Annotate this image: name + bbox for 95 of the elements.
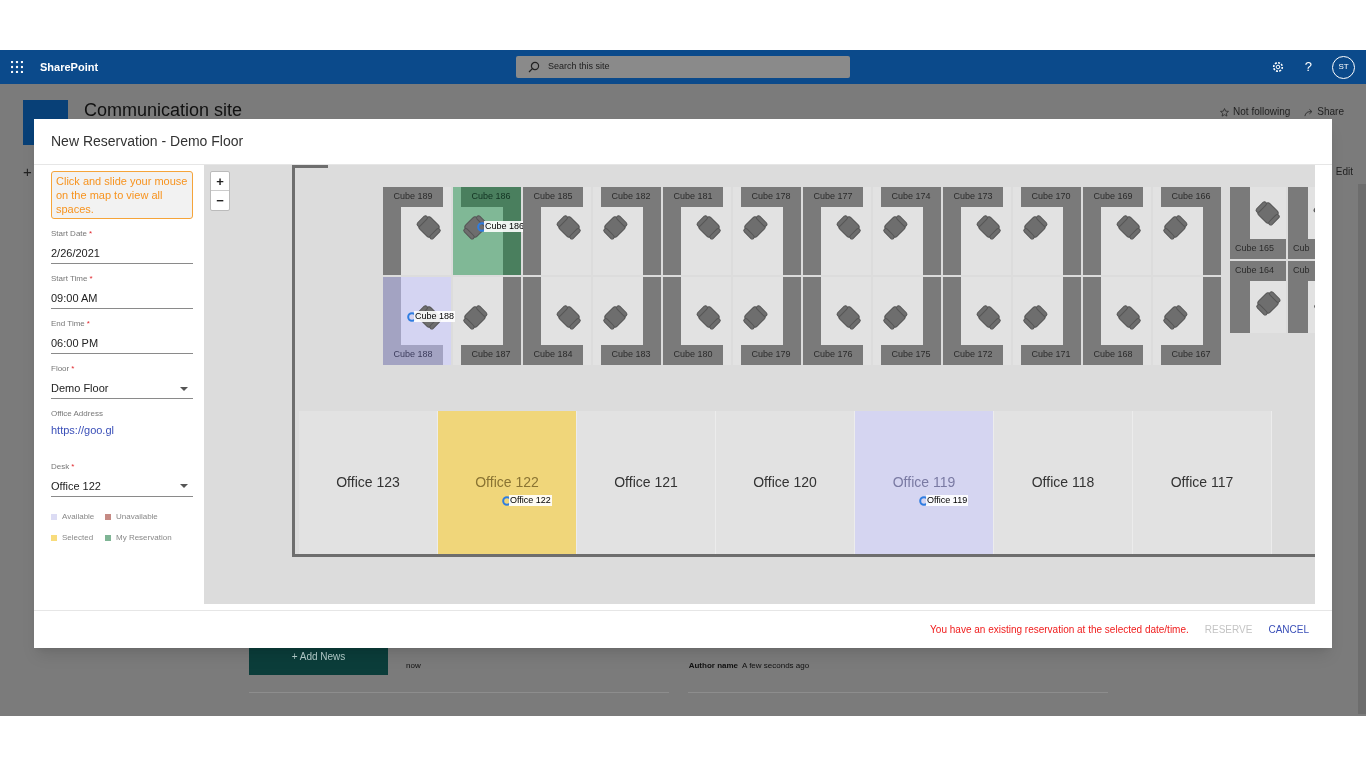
field-label: Floor [51, 363, 70, 375]
office-room[interactable]: Office 117 [1133, 411, 1272, 554]
required-mark: * [86, 318, 90, 330]
dialog-title: New Reservation - Demo Floor [51, 132, 244, 151]
cube-desk[interactable]: Cube 187 [453, 277, 521, 365]
search-field[interactable]: Search this site [516, 56, 850, 78]
cube-desk[interactable]: Cube 166 [1153, 187, 1221, 275]
cube-desk[interactable]: Cube 164 [1230, 261, 1286, 333]
caret-icon [180, 386, 188, 391]
cube-desk[interactable]: Cube 169 [1083, 187, 1151, 275]
star-icon [1220, 107, 1230, 117]
office-label: Office 117 [1170, 473, 1234, 492]
edit-button[interactable]: Edit [1335, 164, 1353, 184]
required-mark: * [71, 460, 75, 473]
field-label: Office Address [51, 408, 103, 420]
location-marker-icon [477, 221, 487, 232]
zoom-in-button[interactable]: + [211, 172, 229, 191]
location-marker-icon [919, 495, 929, 506]
cube-desk[interactable]: Cube 186 Cube 186 [453, 187, 521, 275]
cube-desk[interactable]: Cube 181 [663, 187, 731, 275]
office-label: Office 121 [614, 473, 678, 492]
field-label: Start Date [51, 228, 87, 240]
cube-desk[interactable]: Cube 182 [593, 187, 661, 275]
dropdown-field[interactable]: Demo Floor [51, 379, 193, 399]
news-posted-time: A few seconds ago [742, 660, 810, 672]
office-room[interactable]: Office 119 Office 119 [855, 411, 994, 554]
field-label: Start Time [51, 273, 88, 285]
office-address-link[interactable]: https://goo.gl [51, 422, 193, 439]
office-room[interactable]: Office 123 [299, 411, 438, 554]
settings-icon[interactable] [1270, 60, 1285, 74]
zoom-out-button[interactable]: − [211, 191, 229, 210]
input-field[interactable]: 09:00 AM [51, 289, 193, 309]
legend-label: Available [62, 510, 95, 523]
help-button[interactable]: ? [1304, 57, 1312, 77]
cube-desk[interactable]: Cube 165 [1230, 187, 1286, 259]
office-label: Office 122 [475, 473, 539, 492]
location-marker-icon [502, 495, 512, 506]
required-mark: * [89, 228, 93, 240]
news-time: now [406, 660, 421, 672]
cancel-button[interactable]: CANCEL [1268, 622, 1309, 637]
office-label: Office 120 [753, 473, 817, 492]
office-label: Office 118 [1031, 473, 1095, 492]
news-author: Author name [688, 660, 739, 672]
cube-desk[interactable]: Cube 189 [383, 187, 451, 275]
office-label: Office 119 [892, 473, 956, 492]
office-room[interactable]: Office 122 Office 122 [438, 411, 577, 554]
location-marker-icon [407, 311, 417, 322]
legend-label: Unavailable [116, 510, 158, 523]
dropdown-field[interactable]: Office 122 [51, 476, 193, 497]
map-hint: Click and slide your mouse on the map to view all spaces. [51, 171, 193, 219]
field-label: End Time [51, 318, 85, 330]
cube-desk[interactable]: Cube 174 [873, 187, 941, 275]
marker-label: Office 119 [926, 495, 969, 506]
reservation-conflict-message: You have an existing reservation at the selected date/time. [930, 623, 1189, 637]
required-mark: * [71, 363, 75, 375]
search-icon [528, 61, 540, 73]
cube-desk[interactable]: Cube 177 [803, 187, 871, 275]
input-field[interactable]: 06:00 PM [51, 334, 193, 354]
cube-desk[interactable]: Cube 185 [523, 187, 591, 275]
app-name[interactable]: SharePoint [40, 58, 99, 76]
cube-desk[interactable]: Cube 184 [523, 277, 591, 365]
marker-label: Cube 186 [484, 221, 526, 232]
follow-button[interactable]: Not following [1220, 107, 1291, 117]
share-button[interactable]: Share [1304, 107, 1344, 117]
legend-label: My Reservation [116, 531, 172, 544]
floor-map[interactable] [204, 165, 1315, 604]
cube-desk[interactable]: Cube 175 [873, 277, 941, 365]
caret-icon [180, 484, 188, 488]
cube-desk[interactable]: Cube 180 [663, 277, 731, 365]
office-room[interactable]: Office 121 [577, 411, 716, 554]
marker-label: Office 122 [509, 495, 552, 506]
site-title[interactable]: Communication site [84, 101, 243, 119]
cube-desk[interactable]: Cub [1288, 261, 1315, 333]
field-label: Desk [51, 460, 70, 473]
cube-desk[interactable]: Cube 179 [733, 277, 801, 365]
cube-desk[interactable]: Cube 168 [1083, 277, 1151, 365]
marker-label: Cube 188 [414, 311, 456, 322]
cube-desk[interactable]: Cube 176 [803, 277, 871, 365]
input-field[interactable]: 2/26/2021 [51, 244, 193, 264]
cube-desk[interactable]: Cube 172 [943, 277, 1011, 365]
office-room[interactable]: Office 118 [994, 411, 1133, 554]
cube-desk[interactable]: Cube 183 [593, 277, 661, 365]
app-launcher-icon[interactable] [11, 61, 23, 73]
required-mark: * [89, 273, 93, 285]
legend-label: Selected [62, 531, 94, 544]
office-room[interactable]: Office 120 [716, 411, 855, 554]
cube-desk[interactable]: Cube 171 [1013, 277, 1081, 365]
cube-desk[interactable]: Cube 173 [943, 187, 1011, 275]
cube-desk[interactable]: Cube 170 [1013, 187, 1081, 275]
cube-desk[interactable]: Cube 167 [1153, 277, 1221, 365]
new-button[interactable]: + [23, 161, 32, 184]
share-icon [1304, 107, 1314, 117]
office-label: Office 123 [336, 473, 400, 492]
cube-desk[interactable]: Cube 178 [733, 187, 801, 275]
cube-desk[interactable]: Cub [1288, 187, 1315, 259]
